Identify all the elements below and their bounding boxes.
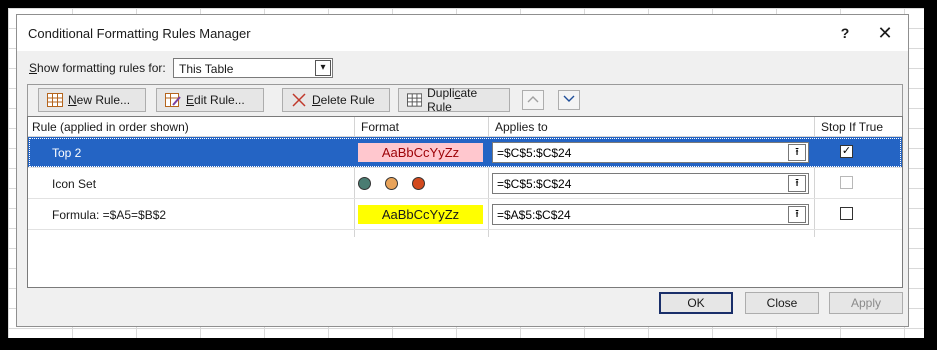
icon-set-preview	[358, 177, 438, 191]
rule-name: Icon Set	[52, 177, 97, 191]
delete-x-icon	[292, 93, 306, 107]
red-circle-icon	[412, 177, 425, 190]
delete-rule-label: Delete Rule	[312, 93, 375, 107]
stop-if-true-checkbox[interactable]	[840, 207, 853, 220]
edit-rule-button[interactable]: Edit Rule...	[156, 88, 264, 112]
table-icon	[47, 93, 63, 107]
move-up-button[interactable]	[522, 90, 544, 110]
rules-table: Rule (applied in order shown) Format App…	[27, 116, 903, 288]
table-row[interactable]: Icon Set =$C$5:$C$24 ⭱	[28, 168, 902, 199]
stop-if-true-checkbox[interactable]	[840, 176, 853, 189]
close-icon[interactable]: ✕	[873, 21, 897, 45]
duplicate-rule-button[interactable]: Duplicate Rule	[398, 86, 510, 114]
chevron-up-icon	[527, 96, 539, 103]
duplicate-table-icon	[407, 93, 423, 107]
header-format: Format	[361, 120, 400, 134]
range-picker-icon[interactable]: ⭱	[788, 175, 806, 192]
table-row[interactable]: Top 2 AaBbCcYyZz =$C$5:$C$24 ⭱ ✓	[28, 137, 902, 168]
rules-toolbar: New Rule... Edit Rule... Delete Rule Dup…	[27, 84, 903, 116]
move-down-button[interactable]	[558, 90, 580, 110]
title-bar: Conditional Formatting Rules Manager ? ✕	[17, 15, 908, 51]
header-stop-if-true: Stop If True	[821, 120, 884, 134]
applies-to-value: =$C$5:$C$24	[497, 177, 572, 191]
format-preview: AaBbCcYyZz	[358, 205, 483, 224]
edit-rule-label: Edit Rule...	[186, 93, 245, 107]
green-circle-icon	[358, 177, 371, 190]
rule-name: Top 2	[52, 146, 82, 160]
help-button[interactable]: ?	[833, 21, 857, 45]
show-rules-value: This Table	[179, 62, 234, 76]
range-picker-icon[interactable]: ⭱	[788, 144, 806, 161]
rule-name: Formula: =$A5=$B$2	[52, 208, 167, 222]
applies-to-value: =$A$5:$C$24	[497, 208, 571, 222]
conditional-formatting-dialog: Conditional Formatting Rules Manager ? ✕…	[16, 14, 909, 327]
ok-button[interactable]: OK	[659, 292, 733, 314]
dialog-title: Conditional Formatting Rules Manager	[28, 26, 251, 41]
format-preview: AaBbCcYyZz	[358, 143, 483, 162]
applies-to-value: =$C$5:$C$24	[497, 146, 572, 160]
orange-circle-icon	[385, 177, 398, 190]
new-rule-label: New Rule...	[68, 93, 131, 107]
stop-if-true-checkbox[interactable]: ✓	[840, 145, 853, 158]
duplicate-rule-label: Duplicate Rule	[427, 86, 478, 114]
show-rules-label: Show formatting rules for:	[29, 61, 166, 75]
range-picker-icon[interactable]: ⭱	[788, 206, 806, 223]
header-rule: Rule (applied in order shown)	[32, 120, 189, 134]
edit-table-icon	[165, 93, 181, 107]
applies-to-field[interactable]: =$C$5:$C$24 ⭱	[492, 142, 809, 163]
close-button[interactable]: Close	[745, 292, 819, 314]
new-rule-button[interactable]: New Rule...	[38, 88, 146, 112]
table-header: Rule (applied in order shown) Format App…	[28, 117, 902, 137]
show-rules-select[interactable]: This Table ▾	[173, 58, 333, 78]
applies-to-field[interactable]: =$C$5:$C$24 ⭱	[492, 173, 809, 194]
table-row[interactable]: Formula: =$A5=$B$2 AaBbCcYyZz =$A$5:$C$2…	[28, 199, 902, 230]
chevron-down-icon	[563, 95, 575, 102]
apply-button[interactable]: Apply	[829, 292, 903, 314]
delete-rule-button[interactable]: Delete Rule	[282, 88, 390, 112]
applies-to-field[interactable]: =$A$5:$C$24 ⭱	[492, 204, 809, 225]
chevron-down-icon[interactable]: ▾	[315, 60, 331, 76]
header-applies-to: Applies to	[495, 120, 548, 134]
